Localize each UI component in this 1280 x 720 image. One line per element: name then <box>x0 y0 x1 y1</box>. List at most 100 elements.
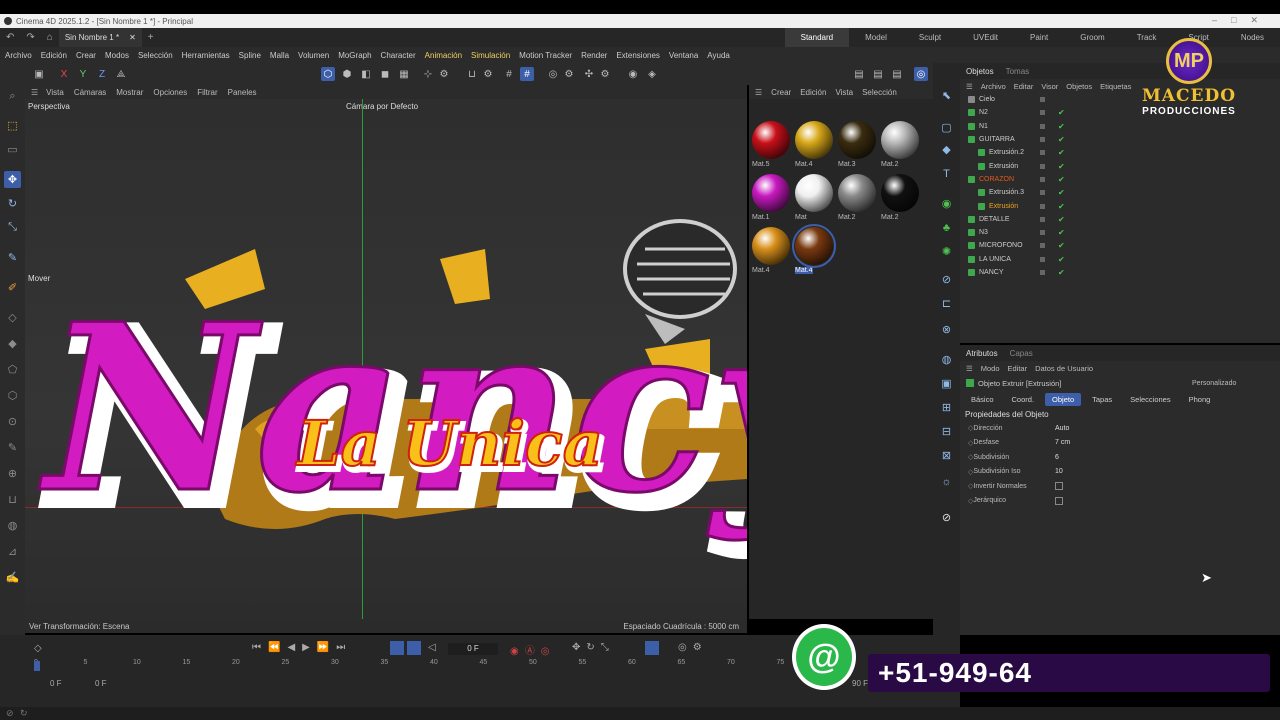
playback-controls[interactable]: ⏮⏪◀▶⏩⏭ <box>252 642 352 653</box>
material-hamburger-icon[interactable]: ☰ <box>755 88 762 97</box>
object-row[interactable]: Extrusión ✔ <box>964 199 1280 212</box>
gear-icon[interactable]: ⚙ <box>437 67 451 81</box>
menu-item-1[interactable]: Edición <box>41 51 67 60</box>
end-frame[interactable]: 90 F <box>852 679 868 688</box>
y-axis-lock[interactable]: Y <box>76 67 90 81</box>
obj-menu-visor[interactable]: Visor <box>1041 82 1058 91</box>
material-swatch[interactable]: Mat.2 <box>838 174 878 221</box>
menu-item-7[interactable]: Malla <box>270 51 289 60</box>
menu-item-17[interactable]: Ayuda <box>707 51 730 60</box>
tab-atributos[interactable]: Atributos <box>966 349 998 358</box>
layer-dot[interactable] <box>1040 270 1045 275</box>
grid-icon[interactable]: # <box>502 67 516 81</box>
menu-item-4[interactable]: Selección <box>138 51 173 60</box>
menu-item-10[interactable]: Character <box>381 51 416 60</box>
visibility-check-icon[interactable]: ✔ <box>1058 188 1065 197</box>
axis-mode-icon[interactable]: ⊹ <box>421 67 435 81</box>
layer-dot[interactable] <box>1040 176 1045 182</box>
close-tab-icon[interactable]: ✕ <box>129 33 136 42</box>
layout-tab-uvedit[interactable]: UVEdit <box>957 28 1014 47</box>
menu-item-9[interactable]: MoGraph <box>338 51 371 60</box>
deformer-icon[interactable]: ⊘ <box>938 271 955 288</box>
pla-icon[interactable] <box>645 641 659 655</box>
layer-dot[interactable] <box>1040 190 1045 196</box>
points-mode-icon[interactable]: ⬢ <box>340 67 354 81</box>
menu-item-6[interactable]: Spline <box>239 51 261 60</box>
axis-toggle-icon[interactable]: ▣ <box>32 67 46 81</box>
cloner-icon[interactable]: ♣ <box>938 219 955 236</box>
min-frame[interactable]: 0 F <box>95 679 107 688</box>
visibility-check-icon[interactable]: ✔ <box>1058 108 1065 117</box>
property-value[interactable]: Auto <box>1055 425 1069 432</box>
layer-dot[interactable] <box>1040 203 1045 209</box>
pen-tool-icon[interactable]: ✎ <box>4 249 21 266</box>
layer-dot[interactable] <box>1040 97 1045 103</box>
visibility-check-icon[interactable]: ✔ <box>1058 122 1065 131</box>
sound-icon[interactable]: ◁ <box>428 642 436 653</box>
redo-icon[interactable]: ↷ <box>26 32 34 43</box>
layer-dot[interactable] <box>1040 123 1045 129</box>
menu-item-12[interactable]: Simulación <box>471 51 510 60</box>
camera-obj-icon[interactable]: ▣ <box>938 375 955 392</box>
compass-icon[interactable]: ⊘ <box>938 509 955 526</box>
loop-tool-icon[interactable]: ⊙ <box>4 413 21 430</box>
material-swatch[interactable]: Mat.2 <box>881 121 921 168</box>
object-hamburger-icon[interactable]: ☰ <box>966 82 973 91</box>
layer-dot[interactable] <box>1040 230 1045 236</box>
polygons-mode-icon[interactable]: ◼ <box>378 67 392 81</box>
start-frame[interactable]: 0 F <box>50 679 62 688</box>
attr-subtab-1[interactable]: Coord. <box>1005 393 1042 406</box>
mat-menu-crear[interactable]: Crear <box>771 88 791 97</box>
annotation-tool-icon[interactable]: ✍ <box>4 569 21 586</box>
object-row[interactable]: LA UNICA ✔ <box>964 253 1280 266</box>
attr-subtab-4[interactable]: Selecciones <box>1123 393 1177 406</box>
layer-dot[interactable] <box>1040 243 1045 249</box>
tab-tomas[interactable]: Tomas <box>1006 67 1030 76</box>
attr-hamburger-icon[interactable]: ☰ <box>966 364 973 373</box>
sun-icon[interactable]: ☼ <box>938 473 955 490</box>
scale-tool-icon[interactable]: ⤡ <box>4 219 21 236</box>
object-row[interactable]: CORAZON ✔ <box>964 173 1280 186</box>
bridge-tool-icon[interactable]: ⬡ <box>4 387 21 404</box>
visibility-check-icon[interactable]: ✔ <box>1058 215 1065 224</box>
rotate-tool-icon[interactable]: ↻ <box>4 195 21 212</box>
field-icon[interactable]: ⊗ <box>938 321 955 338</box>
uv-mode-icon[interactable]: ▦ <box>397 67 411 81</box>
param-controls[interactable]: ◎⚙ <box>678 642 708 653</box>
property-checkbox[interactable] <box>1055 496 1063 505</box>
object-row[interactable]: Extrusión ✔ <box>964 159 1280 172</box>
3d-viewport[interactable]: Perspectiva Cámara por Defecto Mover Nan… <box>25 99 747 619</box>
generator-icon[interactable]: ◉ <box>938 195 955 212</box>
property-value[interactable]: 7 cm <box>1055 439 1070 446</box>
layer-dot[interactable] <box>1040 216 1045 222</box>
extrude-tool-icon[interactable]: ◆ <box>4 335 21 352</box>
object-row[interactable]: MICROFONO ✔ <box>964 239 1280 252</box>
visibility-check-icon[interactable]: ✔ <box>1058 228 1065 237</box>
menu-item-3[interactable]: Modos <box>105 51 129 60</box>
preset-dropdown[interactable]: Personalizado <box>1192 380 1236 387</box>
attr-subtab-3[interactable]: Tapas <box>1085 393 1119 406</box>
menu-item-2[interactable]: Crear <box>76 51 96 60</box>
hamburger-icon[interactable]: ☰ <box>31 88 38 97</box>
layer-dot[interactable] <box>1040 150 1045 156</box>
attr-subtab-5[interactable]: Phong <box>1182 393 1218 406</box>
paint-tool-icon[interactable]: ✎ <box>4 439 21 456</box>
vp-menu-filtrar[interactable]: Filtrar <box>197 88 217 97</box>
menu-item-11[interactable]: Animación <box>425 51 462 60</box>
attr-menu-editar[interactable]: Editar <box>1008 364 1028 373</box>
layer-dot[interactable] <box>1040 163 1045 169</box>
select-icon[interactable]: ⬚ <box>4 117 21 134</box>
current-frame-field[interactable]: 0 F <box>448 643 498 655</box>
attr-menu-modo[interactable]: Modo <box>981 364 1000 373</box>
layer-dot[interactable] <box>1040 110 1045 116</box>
layer-dot[interactable] <box>1040 256 1045 262</box>
vp-menu-mostrar[interactable]: Mostrar <box>116 88 143 97</box>
menu-item-14[interactable]: Render <box>581 51 607 60</box>
layout-tab-model[interactable]: Model <box>849 28 903 47</box>
scene-icon[interactable]: ◍ <box>938 351 955 368</box>
mat-menu-edicion[interactable]: Edición <box>800 88 826 97</box>
menu-item-0[interactable]: Archivo <box>5 51 32 60</box>
object-row[interactable]: Extrusión.2 ✔ <box>964 146 1280 159</box>
visibility-check-icon[interactable]: ✔ <box>1058 148 1065 157</box>
magnet-icon[interactable]: ⊔ <box>465 67 479 81</box>
